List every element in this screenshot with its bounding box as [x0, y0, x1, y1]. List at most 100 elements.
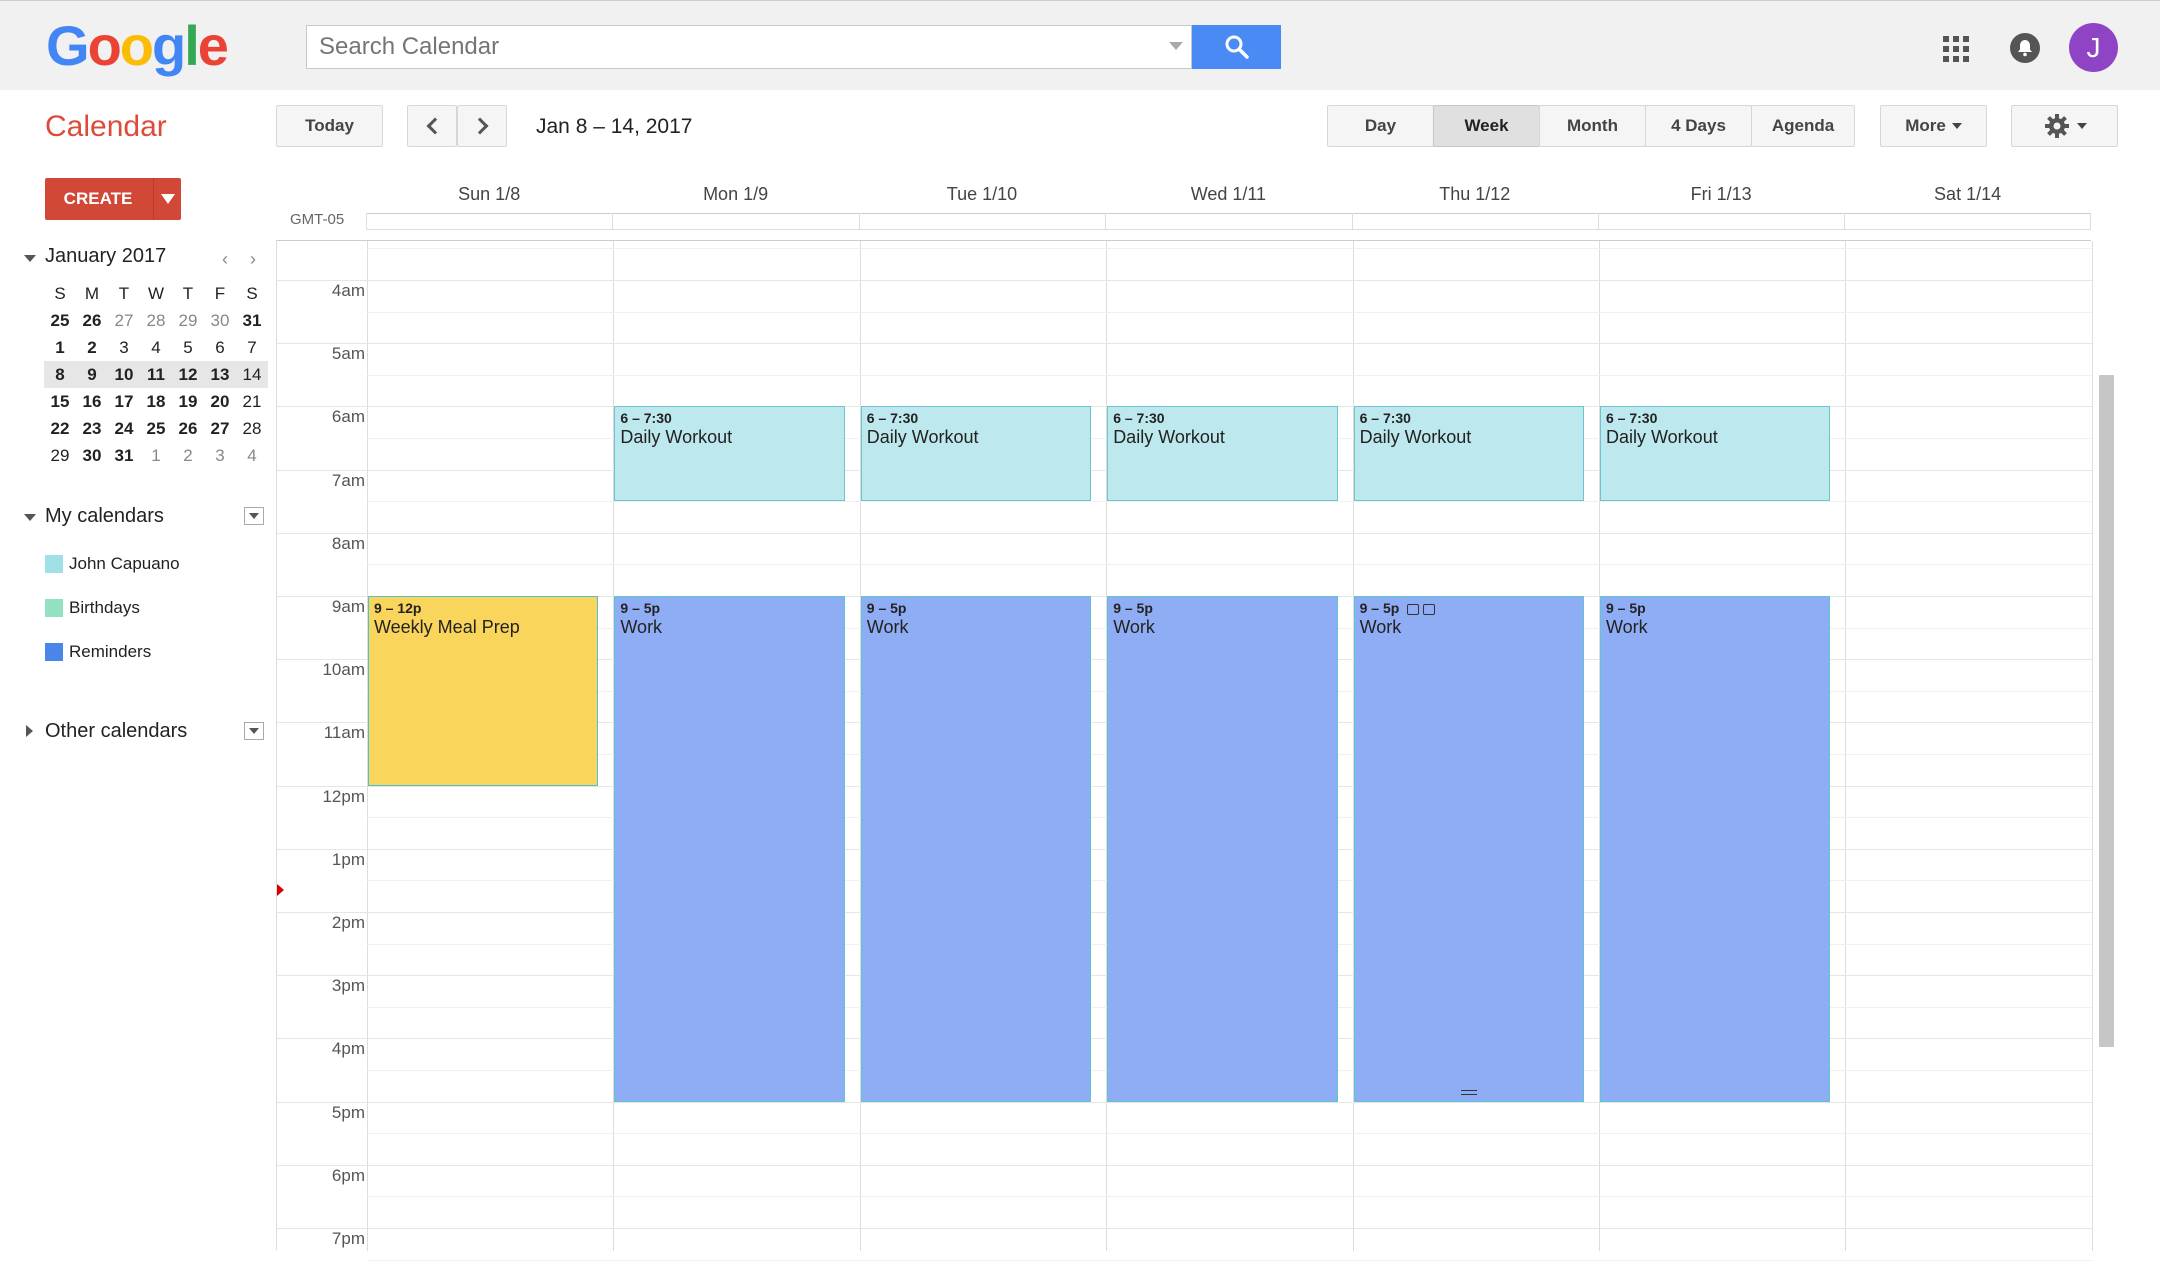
mini-calendar-day[interactable]: 18 [140, 388, 172, 415]
create-dropdown-button[interactable] [153, 178, 181, 220]
mini-calendar-day[interactable]: 4 [236, 442, 268, 469]
mini-calendar-day[interactable]: 21 [236, 388, 268, 415]
my-calendars-label[interactable]: My calendars [45, 505, 164, 528]
next-week-button[interactable] [457, 105, 507, 147]
mini-calendar-day[interactable]: 25 [44, 307, 76, 334]
mini-calendar-day[interactable]: 30 [204, 307, 236, 334]
event-resize-handle[interactable] [1460, 1089, 1477, 1095]
time-grid[interactable]: 4am 5am 6am 7am 8am 9am 10am 11am 12pm 1pm 2pm 3pm 4… [276, 240, 2093, 1261]
event-work[interactable]: 9 – 5p Work [1353, 596, 1584, 1102]
search-input[interactable] [307, 26, 1191, 68]
event-work[interactable]: 9 – 5p Work [1600, 596, 1831, 1102]
calendar-item[interactable]: Birthdays [45, 596, 140, 620]
calendar-color-swatch[interactable] [45, 599, 63, 617]
mini-calendar-day[interactable]: 27 [108, 307, 140, 334]
my-calendars-header[interactable]: My calendars [22, 503, 267, 531]
mini-calendar-day[interactable]: 2 [172, 442, 204, 469]
apps-grid-icon[interactable] [1943, 36, 1969, 62]
mini-calendar-day[interactable]: 12 [172, 361, 204, 388]
mini-calendar-day[interactable]: 2 [76, 334, 108, 361]
my-calendars-menu-button[interactable] [244, 507, 264, 525]
mini-calendar-day[interactable]: 4 [140, 334, 172, 361]
calendar-color-swatch[interactable] [45, 643, 63, 661]
mini-calendar-day[interactable]: 3 [204, 442, 236, 469]
mini-calendar-day[interactable]: 3 [108, 334, 140, 361]
mini-calendar-month[interactable]: January 2017 [45, 245, 166, 268]
event-meal[interactable]: 9 – 12p Weekly Meal Prep [368, 596, 599, 786]
event-workout[interactable]: 6 – 7:30 Daily Workout [860, 406, 1092, 502]
today-button[interactable]: Today [276, 105, 383, 147]
event-workout[interactable]: 6 – 7:30 Daily Workout [1107, 406, 1338, 502]
mini-calendar-day[interactable]: 14 [236, 361, 268, 388]
other-calendars-label[interactable]: Other calendars [45, 720, 187, 743]
mini-calendar-day[interactable]: 28 [236, 415, 268, 442]
mini-calendar-day[interactable]: 20 [204, 388, 236, 415]
mini-calendar-day[interactable]: 17 [108, 388, 140, 415]
calendar-color-swatch[interactable] [45, 555, 63, 573]
mini-calendar-day[interactable]: 29 [172, 307, 204, 334]
event-work[interactable]: 9 – 5p Work [860, 596, 1092, 1102]
search-button[interactable] [1192, 25, 1281, 69]
mini-calendar-day[interactable]: 6 [204, 334, 236, 361]
calendar-item[interactable]: Reminders [45, 640, 151, 664]
mini-calendar-day[interactable]: 30 [76, 442, 108, 469]
event-work[interactable]: 9 – 5p Work [614, 596, 845, 1102]
collapse-icon[interactable] [24, 255, 36, 262]
mini-calendar-day[interactable]: 23 [76, 415, 108, 442]
all-day-row[interactable] [366, 213, 2091, 230]
day-column-header[interactable]: Thu 1/12 [1352, 184, 1598, 205]
event-work[interactable]: 9 – 5p Work [1107, 596, 1338, 1102]
create-label[interactable]: CREATE [45, 178, 151, 220]
mini-calendar-day[interactable]: 10 [108, 361, 140, 388]
mini-calendar-day[interactable]: 25 [140, 415, 172, 442]
mini-calendar-day[interactable]: 24 [108, 415, 140, 442]
mini-calendar-day[interactable]: 9 [76, 361, 108, 388]
avatar[interactable]: J [2069, 23, 2118, 72]
view-agenda-button[interactable]: Agenda [1751, 105, 1855, 147]
mini-calendar-day[interactable]: 15 [44, 388, 76, 415]
day-column-header[interactable]: Sat 1/14 [1844, 184, 2090, 205]
view-4days-button[interactable]: 4 Days [1645, 105, 1752, 147]
day-column-header[interactable]: Tue 1/10 [859, 184, 1105, 205]
more-button[interactable]: More [1880, 105, 1987, 147]
chevron-left-icon[interactable]: ‹ [222, 249, 228, 270]
mini-calendar-day[interactable]: 27 [204, 415, 236, 442]
google-logo[interactable]: Google [46, 13, 229, 78]
other-calendars-menu-button[interactable] [244, 722, 264, 740]
create-button[interactable]: CREATE [45, 178, 181, 220]
view-day-button[interactable]: Day [1327, 105, 1434, 147]
mini-calendar-day[interactable]: 29 [44, 442, 76, 469]
view-month-button[interactable]: Month [1539, 105, 1646, 147]
day-column-header[interactable]: Fri 1/13 [1598, 184, 1844, 205]
expand-icon[interactable] [26, 725, 33, 737]
week-grid[interactable]: GMT-05 4am 5am 6am 7am 8am 9am 10am 11am 12pm 1pm… [276, 170, 2093, 1261]
prev-week-button[interactable] [407, 105, 457, 147]
event-workout[interactable]: 6 – 7:30 Daily Workout [1600, 406, 1831, 502]
mini-calendar-day[interactable]: 26 [76, 307, 108, 334]
mini-calendar-day[interactable]: 8 [44, 361, 76, 388]
mini-calendar-day[interactable]: 22 [44, 415, 76, 442]
bell-icon[interactable] [2010, 33, 2040, 63]
mini-calendar-day[interactable]: 16 [76, 388, 108, 415]
mini-calendar-day[interactable]: 31 [236, 307, 268, 334]
mini-calendar-day[interactable]: 19 [172, 388, 204, 415]
mini-calendar-day[interactable]: 1 [140, 442, 172, 469]
event-workout[interactable]: 6 – 7:30 Daily Workout [1353, 406, 1584, 502]
scrollbar[interactable] [2099, 375, 2114, 1047]
calendar-item[interactable]: John Capuano [45, 552, 180, 576]
view-week-button[interactable]: Week [1433, 105, 1540, 147]
other-calendars-header[interactable]: Other calendars [22, 718, 267, 746]
mini-calendar-day[interactable]: 1 [44, 334, 76, 361]
mini-calendar-day[interactable]: 11 [140, 361, 172, 388]
day-column-header[interactable]: Mon 1/9 [612, 184, 858, 205]
collapse-icon[interactable] [24, 514, 36, 521]
day-column-header[interactable]: Wed 1/11 [1105, 184, 1351, 205]
mini-calendar-day[interactable]: 28 [140, 307, 172, 334]
settings-button[interactable] [2011, 105, 2118, 147]
mini-calendar-day[interactable]: 7 [236, 334, 268, 361]
mini-calendar-day[interactable]: 13 [204, 361, 236, 388]
mini-calendar-day[interactable]: 31 [108, 442, 140, 469]
event-workout[interactable]: 6 – 7:30 Daily Workout [614, 406, 845, 502]
mini-calendar-day[interactable]: 5 [172, 334, 204, 361]
search-options-icon[interactable] [1169, 42, 1183, 50]
